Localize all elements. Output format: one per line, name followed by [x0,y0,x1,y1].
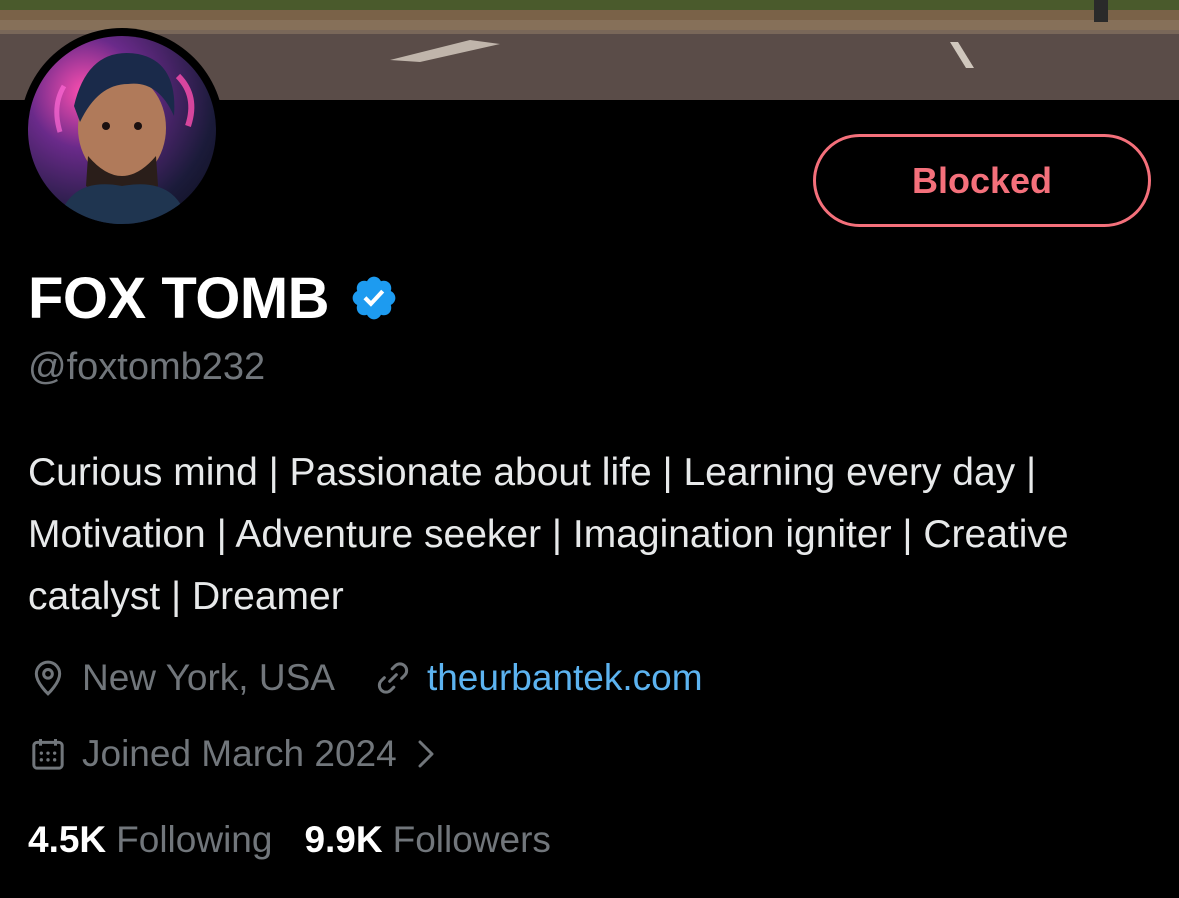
chevron-right-icon [413,737,439,771]
blocked-button[interactable]: Blocked [813,134,1151,227]
following-label: Following [116,819,273,860]
website-item[interactable]: theurbantek.com [373,657,703,699]
profile-handle: @foxtomb232 [28,346,266,388]
profile-stats: 4.5K Following 9.9K Followers [28,814,551,866]
followers-count: 9.9K [304,819,383,860]
followers-stat[interactable]: 9.9K Followers [304,819,550,861]
following-stat[interactable]: 4.5K Following [28,819,272,861]
profile-avatar[interactable] [20,28,224,232]
link-icon [373,658,413,698]
location-text: New York, USA [82,657,335,698]
followers-label: Followers [392,819,551,860]
name-row: FOX TOMB [28,262,399,334]
profile-bio: Curious mind | Passionate about life | L… [28,451,1069,618]
website-link[interactable]: theurbantek.com [427,657,703,699]
following-count: 4.5K [28,819,107,860]
calendar-icon [28,734,68,774]
avatar-image [28,36,216,224]
profile-meta-row: New York, USA theurbantek.com [28,652,703,704]
verified-badge-icon[interactable] [349,273,399,323]
location-pin-icon [28,658,68,698]
display-name: FOX TOMB [28,265,330,331]
joined-row[interactable]: Joined March 2024 [28,728,439,780]
joined-text: Joined March 2024 [82,733,397,774]
location-item: New York, USA [28,657,335,699]
